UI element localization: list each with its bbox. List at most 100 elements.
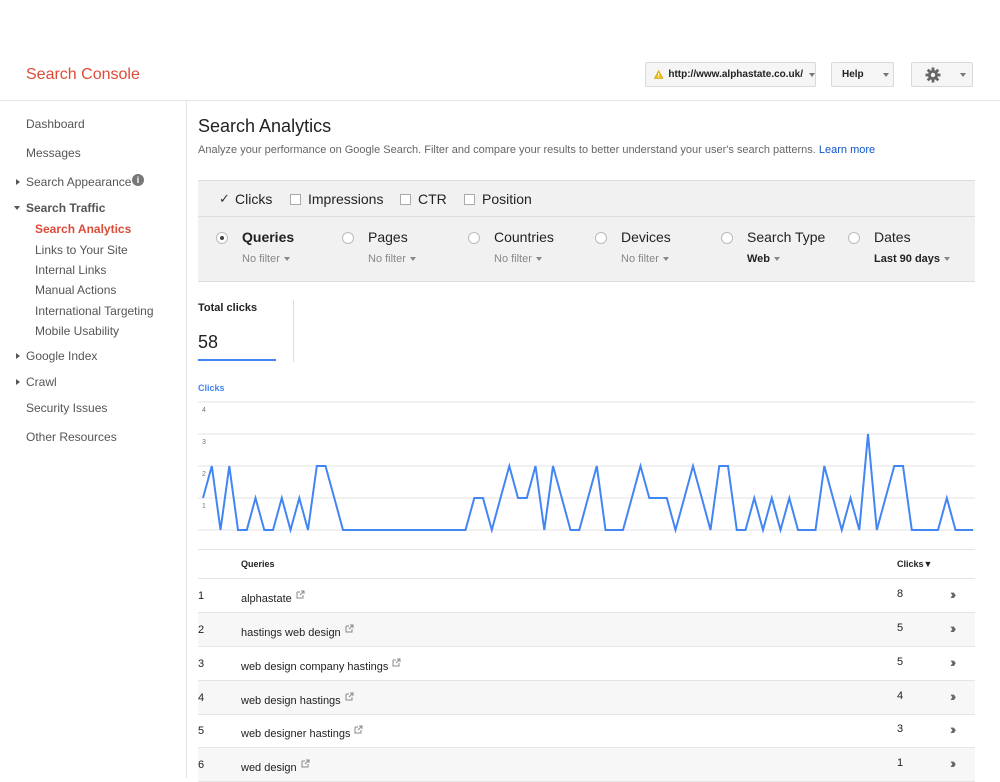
query-text: wed design (241, 762, 297, 774)
collapse-arrow-icon[interactable] (14, 206, 20, 210)
table-row[interactable]: 6 wed design 1 ›› (198, 748, 975, 782)
clicks-chart[interactable]: 1 2 3 4 (198, 396, 975, 536)
checkbox[interactable] (400, 193, 411, 205)
site-selector[interactable]: http://www.alphastate.co.uk/ (645, 62, 816, 87)
row-number: 4 (198, 692, 205, 704)
sidebar-item-google-index[interactable]: Google Index (26, 349, 97, 363)
y-tick-label: 4 (202, 407, 206, 414)
radio[interactable] (721, 232, 733, 244)
dimension-filter[interactable]: No filter (621, 253, 669, 265)
dimension-filter[interactable]: No filter (494, 253, 542, 265)
expand-arrow-icon[interactable] (16, 379, 20, 385)
metric-clicks[interactable]: ✓ Clicks (219, 191, 272, 207)
details-chevron-icon[interactable]: ›› (950, 586, 957, 602)
warning-icon (654, 69, 664, 79)
query-cell[interactable]: web designer hastings (241, 725, 363, 740)
column-header-queries[interactable]: Queries (241, 559, 275, 569)
query-cell[interactable]: web design hastings (241, 692, 354, 707)
query-cell[interactable]: wed design (241, 759, 310, 774)
column-header-clicks[interactable]: Clicks▼ (897, 559, 932, 569)
table-row[interactable]: 5 web designer hastings 3 ›› (198, 714, 975, 748)
series-line-clicks[interactable] (202, 433, 973, 534)
dimension-filter[interactable]: No filter (242, 253, 290, 265)
sidebar-item-search-analytics[interactable]: Search Analytics (35, 222, 131, 236)
expand-arrow-icon[interactable] (16, 353, 20, 359)
active-underline (198, 359, 276, 361)
radio-selected[interactable] (216, 232, 228, 244)
metric-label: Clicks (235, 191, 273, 207)
radio[interactable] (468, 232, 480, 244)
settings-button[interactable] (911, 62, 973, 87)
table-row[interactable]: 2 hastings web design 5 ›› (198, 613, 975, 647)
help-button[interactable]: Help (831, 62, 894, 87)
metric-impressions[interactable]: Impressions (290, 191, 383, 207)
row-number: 3 (198, 658, 205, 670)
brand-title[interactable]: Search Console (26, 66, 140, 84)
metric-position[interactable]: Position (464, 191, 532, 207)
dimension-label: Devices (621, 229, 671, 245)
top-header: Search Console http://www.alphastate.co.… (0, 0, 1000, 101)
expand-arrow-icon[interactable] (16, 179, 20, 185)
dimension-filter[interactable]: Last 90 days (874, 253, 951, 265)
details-chevron-icon[interactable]: ›› (950, 721, 957, 737)
sidebar-item-internal-links[interactable]: Internal Links (35, 263, 106, 277)
chevron-down-icon (944, 257, 951, 262)
chevron-down-icon (283, 257, 290, 262)
sidebar-item-search-appearance[interactable]: Search Appearance (26, 175, 131, 189)
sidebar-item-messages[interactable]: Messages (26, 146, 81, 160)
external-link-icon[interactable] (345, 692, 354, 701)
filter-text: No filter (242, 253, 280, 265)
sidebar-item-international-targeting[interactable]: International Targeting (35, 304, 154, 318)
query-cell[interactable]: web design company hastings (241, 658, 401, 673)
dimension-filter[interactable]: Web (747, 253, 781, 265)
sidebar-item-search-traffic[interactable]: Search Traffic (26, 201, 105, 215)
dimension-filter[interactable]: No filter (368, 253, 416, 265)
dimension-label: Search Type (747, 229, 826, 245)
external-link-icon[interactable] (345, 624, 354, 633)
external-link-icon[interactable] (392, 658, 401, 667)
table-row[interactable]: 4 web design hastings 4 ›› (198, 681, 975, 715)
clicks-cell: 1 (897, 757, 904, 769)
radio[interactable] (595, 232, 607, 244)
sidebar-item-manual-actions[interactable]: Manual Actions (35, 283, 116, 297)
sidebar-item-links-to-your-site[interactable]: Links to Your Site (35, 243, 128, 257)
row-number: 1 (198, 590, 205, 602)
details-chevron-icon[interactable]: ›› (950, 654, 957, 670)
metric-ctr[interactable]: CTR (400, 191, 447, 207)
details-chevron-icon[interactable]: ›› (950, 620, 957, 636)
sidebar-item-dashboard[interactable]: Dashboard (26, 117, 85, 131)
clicks-cell: 8 (897, 588, 904, 600)
external-link-icon[interactable] (301, 759, 310, 768)
table-row[interactable]: 3 web design company hastings 5 ›› (198, 647, 975, 681)
chevron-down-icon (535, 257, 542, 262)
radio[interactable] (848, 232, 860, 244)
total-clicks-card[interactable]: Total clicks 58 (198, 300, 294, 362)
details-chevron-icon[interactable]: ›› (950, 755, 957, 771)
table-row[interactable]: 1 alphastate 8 ›› (198, 579, 975, 613)
row-number: 2 (198, 624, 205, 636)
sidebar-item-crawl[interactable]: Crawl (26, 375, 57, 389)
sidebar-item-mobile-usability[interactable]: Mobile Usability (35, 324, 119, 338)
external-link-icon[interactable] (296, 590, 305, 599)
query-text: hastings web design (241, 627, 341, 639)
metric-row: ✓ Clicks Impressions CTR Position (198, 181, 975, 217)
y-tick-label: 1 (202, 503, 206, 510)
sidebar-item-security-issues[interactable]: Security Issues (26, 401, 107, 415)
info-icon[interactable]: i (132, 174, 144, 186)
query-cell[interactable]: hastings web design (241, 624, 354, 639)
sidebar-item-other-resources[interactable]: Other Resources (26, 430, 117, 444)
checkbox[interactable] (464, 193, 475, 205)
site-url: http://www.alphastate.co.uk/ (668, 69, 803, 80)
page-description: Analyze your performance on Google Searc… (198, 144, 875, 156)
query-text: web designer hastings (241, 728, 351, 740)
chevron-down-icon (409, 257, 416, 262)
row-number: 6 (198, 759, 205, 771)
radio[interactable] (342, 232, 354, 244)
learn-more-link[interactable]: Learn more (819, 144, 875, 156)
checkbox[interactable] (290, 193, 301, 205)
details-chevron-icon[interactable]: ›› (950, 688, 957, 704)
row-number: 5 (198, 725, 205, 737)
query-cell[interactable]: alphastate (241, 590, 305, 605)
page-title: Search Analytics (198, 116, 332, 136)
external-link-icon[interactable] (354, 725, 363, 734)
